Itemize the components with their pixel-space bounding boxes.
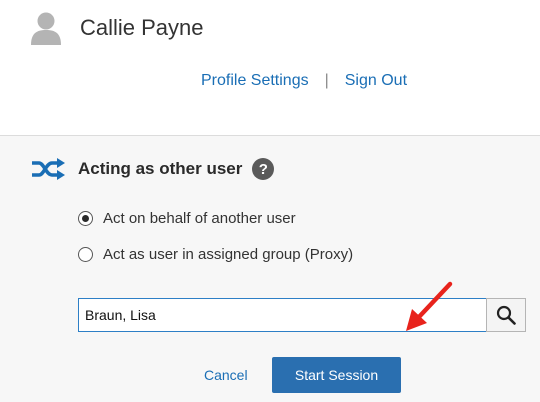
panel-title: Acting as other user [78, 159, 243, 178]
shuffle-icon [32, 158, 65, 180]
red-arrow-icon [406, 281, 453, 331]
user-header: Callie Payne [30, 8, 204, 48]
radio-act-as-proxy[interactable] [78, 247, 93, 262]
panel-header: Acting as other user ? [30, 158, 275, 180]
sign-out-link[interactable]: Sign Out [345, 72, 407, 90]
person-icon [31, 12, 61, 45]
profile-settings-link[interactable]: Profile Settings [201, 72, 309, 90]
option-label: Act as user in assigned group (Proxy) [103, 246, 354, 263]
option-act-on-behalf[interactable]: Act on behalf of another user [78, 210, 296, 227]
panel-actions: Cancel Start Session [0, 357, 540, 393]
account-links: Profile Settings | Sign Out [0, 72, 540, 90]
user-name: Callie Payne [80, 15, 204, 40]
start-session-button[interactable]: Start Session [272, 357, 401, 393]
option-label: Act on behalf of another user [103, 210, 296, 227]
link-separator: | [324, 72, 329, 89]
option-act-as-proxy[interactable]: Act as user in assigned group (Proxy) [78, 246, 353, 263]
search-button[interactable] [486, 298, 526, 332]
help-icon[interactable]: ? [252, 158, 275, 180]
radio-act-on-behalf[interactable] [78, 211, 93, 226]
acting-as-user-page: Callie Payne Profile Settings | Sign Out… [0, 0, 540, 402]
search-icon [496, 305, 516, 325]
cancel-link[interactable]: Cancel [204, 367, 248, 383]
